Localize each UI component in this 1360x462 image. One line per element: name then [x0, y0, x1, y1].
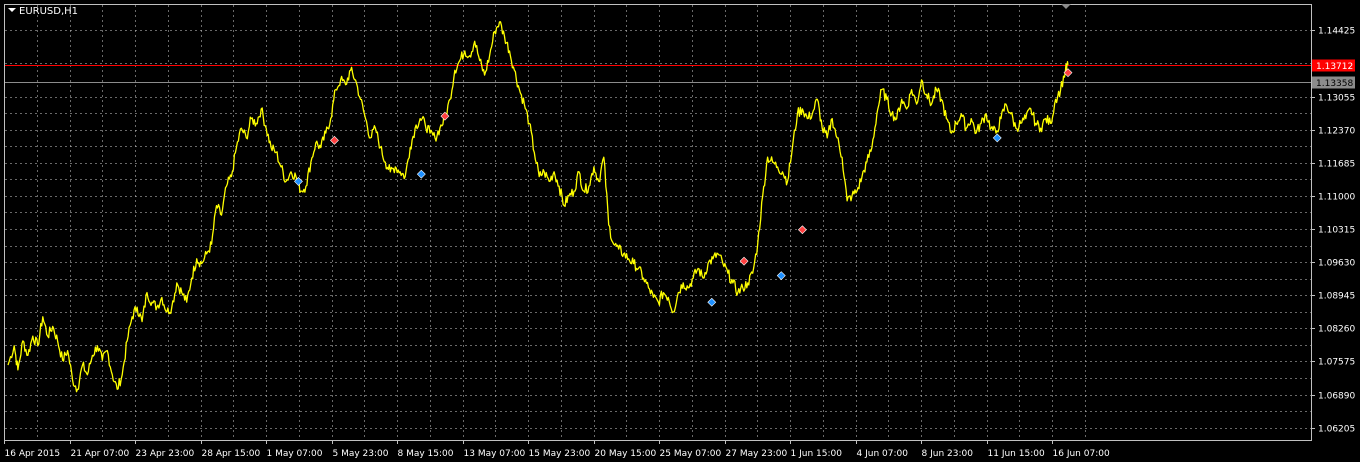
y-tick-label: 1.10315	[1318, 226, 1355, 236]
x-tick-label: 4 Jun 07:00	[857, 449, 909, 459]
x-tick-label: 16 Apr 2015	[5, 449, 61, 459]
y-tick-label: 1.06205	[1318, 425, 1355, 435]
y-tick-label: 1.08945	[1318, 292, 1355, 302]
price-tag-label: 1.13712	[1316, 62, 1353, 72]
y-tick-label: 1.07575	[1318, 358, 1355, 368]
x-tick-label: 15 May 23:00	[529, 449, 591, 459]
x-tick-label: 25 May 07:00	[660, 449, 722, 459]
y-tick-label: 1.13055	[1318, 94, 1355, 104]
x-tick-label: 13 May 07:00	[464, 449, 526, 459]
y-tick-label: 1.08260	[1318, 325, 1355, 335]
y-tick-label: 1.14425	[1318, 27, 1355, 37]
chart-title[interactable]: EURUSD,H1	[8, 6, 78, 17]
chart-background	[0, 0, 1360, 462]
price-chart[interactable]: 1.14425 1.13055 1.12370 1.11685 1.11000 1.103…	[0, 0, 1360, 462]
x-tick-label: 11 Jun 15:00	[988, 449, 1045, 459]
x-tick-label: 8 May 15:00	[398, 449, 454, 459]
x-tick-label: 27 May 23:00	[726, 449, 788, 459]
x-tick-label: 28 Apr 15:00	[202, 449, 261, 459]
x-tick-label: 21 Apr 07:00	[71, 449, 130, 459]
y-tick-label: 1.09630	[1318, 259, 1355, 269]
y-tick-label: 1.12370	[1318, 127, 1355, 137]
y-tick-label: 1.11685	[1318, 160, 1355, 170]
x-tick-label: 8 Jun 23:00	[922, 449, 974, 459]
x-tick-label: 16 Jun 07:00	[1053, 449, 1110, 459]
symbol-title: EURUSD,H1	[19, 6, 78, 17]
y-tick-label: 1.11000	[1318, 193, 1355, 203]
x-tick-label: 1 May 07:00	[267, 449, 323, 459]
y-tick-label: 1.06890	[1318, 392, 1355, 402]
x-tick-label: 20 May 15:00	[595, 449, 657, 459]
x-tick-label: 1 Jun 15:00	[791, 449, 843, 459]
x-tick-label: 5 May 23:00	[333, 449, 389, 459]
price-tag-label: 1.13358	[1316, 79, 1353, 89]
x-tick-label: 23 Apr 23:00	[136, 449, 195, 459]
